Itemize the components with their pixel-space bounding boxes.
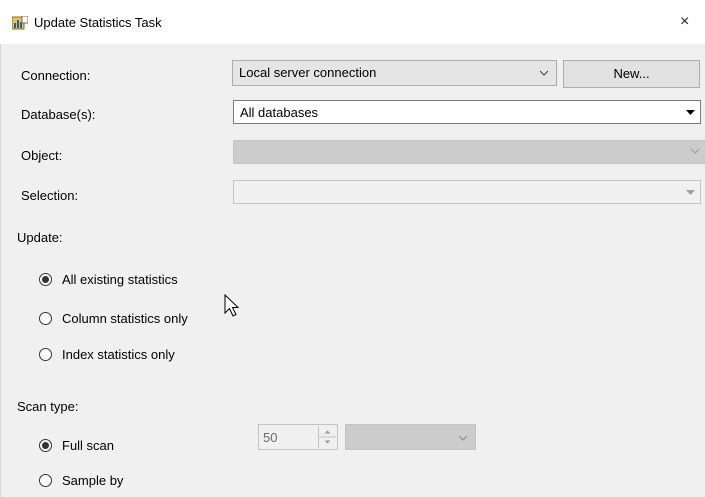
option-full-scan-label[interactable]: Full scan — [62, 438, 114, 453]
option-column-statistics-only-label[interactable]: Column statistics only — [62, 311, 188, 326]
title-bar: Update Statistics Task × — [0, 0, 705, 44]
selection-select — [233, 180, 701, 204]
scan-type-label: Scan type: — [17, 399, 79, 414]
window-title: Update Statistics Task — [34, 15, 162, 30]
object-label: Object: — [21, 148, 63, 163]
dropdown-arrow-icon — [686, 190, 695, 195]
radio-sample-by[interactable] — [39, 474, 52, 487]
databases-value: All databases — [240, 105, 319, 120]
option-index-statistics-only-label[interactable]: Index statistics only — [62, 347, 175, 362]
chevron-down-icon — [691, 148, 699, 154]
sample-value: 50 — [263, 430, 278, 445]
spinner-arrows-icon — [318, 426, 336, 448]
close-icon[interactable]: × — [680, 13, 689, 31]
connection-label: Connection: — [21, 68, 91, 83]
databases-select[interactable]: All databases — [233, 100, 701, 124]
databases-label: Database(s): — [21, 107, 96, 122]
chevron-down-icon — [540, 70, 548, 76]
option-all-existing-statistics-label[interactable]: All existing statistics — [62, 272, 178, 287]
radio-full-scan[interactable] — [39, 439, 52, 452]
sample-value-stepper: 50 — [258, 424, 338, 450]
connection-value: Local server connection — [239, 65, 377, 80]
radio-column-statistics-only[interactable] — [39, 312, 52, 325]
option-sample-by-label[interactable]: Sample by — [62, 473, 123, 488]
connection-select[interactable]: Local server connection — [232, 60, 557, 86]
sample-unit-select — [345, 424, 476, 450]
mouse-pointer-icon — [224, 294, 240, 317]
radio-index-statistics-only[interactable] — [39, 348, 52, 361]
selection-label: Selection: — [21, 188, 79, 203]
object-select — [233, 140, 705, 164]
dropdown-arrow-icon — [686, 110, 695, 115]
new-connection-button[interactable]: New... — [563, 60, 700, 88]
update-label: Update: — [17, 230, 63, 245]
chevron-down-icon — [459, 435, 467, 441]
statistics-task-icon — [12, 16, 28, 30]
radio-all-existing-statistics[interactable] — [39, 273, 52, 286]
